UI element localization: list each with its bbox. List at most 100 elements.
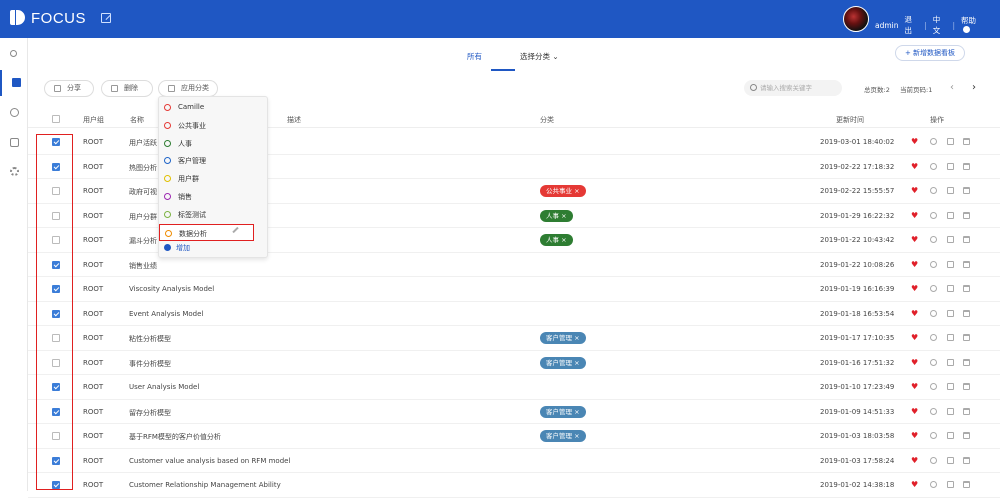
apply-category-button[interactable]: 应用分类: [158, 80, 218, 97]
table-row[interactable]: ROOT Customer value analysis based on RF…: [28, 449, 1000, 473]
view-icon[interactable]: [930, 334, 937, 341]
table-row[interactable]: ROOT User Analysis Model 2019-01-10 17:2…: [28, 375, 1000, 400]
view-icon[interactable]: [930, 285, 937, 292]
trash-icon[interactable]: [963, 162, 970, 170]
favorite-heart-icon[interactable]: ♥: [911, 407, 918, 415]
row-name[interactable]: 销售业绩: [129, 261, 157, 271]
view-icon[interactable]: [930, 211, 937, 219]
edit-icon[interactable]: [947, 260, 954, 268]
category-tag[interactable]: 客户管理 ×: [540, 332, 586, 344]
row-name[interactable]: 基于RFM模型的客户价值分析: [129, 432, 221, 442]
row-name[interactable]: Customer Relationship Management Ability: [129, 481, 281, 489]
add-category-button[interactable]: 增加: [164, 243, 190, 253]
view-icon[interactable]: [930, 358, 937, 366]
pencil-icon[interactable]: [232, 226, 239, 233]
edit-icon[interactable]: [947, 481, 954, 488]
view-icon[interactable]: [930, 407, 937, 415]
view-icon[interactable]: [930, 481, 937, 488]
row-name[interactable]: 用户分群: [129, 212, 157, 222]
avatar[interactable]: [843, 6, 869, 32]
dropdown-item[interactable]: 人事: [159, 135, 269, 153]
trash-icon[interactable]: [963, 383, 970, 390]
search-input[interactable]: 请输入搜索关键字: [744, 80, 842, 96]
dropdown-item[interactable]: 公共事业: [159, 117, 269, 135]
edit-icon[interactable]: [947, 383, 954, 390]
view-icon[interactable]: [930, 383, 937, 390]
prev-page-button[interactable]: ‹: [950, 82, 954, 93]
header-group[interactable]: 用户组: [83, 115, 104, 125]
row-name[interactable]: 留存分析模型: [129, 408, 171, 418]
row-name[interactable]: User Analysis Model: [129, 383, 199, 391]
username[interactable]: admin: [875, 21, 899, 30]
edit-icon[interactable]: [947, 309, 954, 317]
trash-icon[interactable]: [963, 260, 970, 268]
trash-icon[interactable]: [963, 138, 970, 145]
favorite-heart-icon[interactable]: ♥: [911, 187, 918, 195]
view-icon[interactable]: [930, 187, 937, 194]
header-name[interactable]: 名称: [130, 115, 144, 125]
row-name[interactable]: 政府可视: [129, 187, 157, 197]
row-name[interactable]: Customer value analysis based on RFM mod…: [129, 457, 290, 465]
sidebar-item-data[interactable]: [0, 130, 28, 156]
trash-icon[interactable]: [963, 358, 970, 366]
view-icon[interactable]: [930, 456, 937, 464]
dropdown-item[interactable]: Camille: [159, 99, 269, 117]
favorite-heart-icon[interactable]: ♥: [911, 383, 918, 391]
edit-icon[interactable]: [947, 236, 954, 243]
next-page-button[interactable]: ›: [972, 82, 976, 93]
favorite-heart-icon[interactable]: ♥: [911, 211, 918, 219]
language-link[interactable]: 中文: [933, 14, 947, 36]
favorite-heart-icon[interactable]: ♥: [911, 481, 918, 489]
table-row[interactable]: ROOT Event Analysis Model 2019-01-18 16:…: [28, 302, 1000, 326]
logo[interactable]: FOCUS: [10, 9, 86, 27]
row-name[interactable]: 漏斗分析: [129, 236, 157, 246]
table-row[interactable]: ROOT 留存分析模型 客户管理 × 2019-01-09 14:51:33 ♥: [28, 400, 1000, 424]
table-row[interactable]: ROOT 基于RFM模型的客户价值分析 客户管理 × 2019-01-03 18…: [28, 424, 1000, 449]
dropdown-item[interactable]: 客户管理: [159, 152, 269, 170]
edit-icon[interactable]: [947, 162, 954, 170]
trash-icon[interactable]: [963, 187, 970, 194]
row-name[interactable]: Viscosity Analysis Model: [129, 285, 214, 293]
favorite-heart-icon[interactable]: ♥: [911, 432, 918, 440]
view-icon[interactable]: [930, 236, 937, 243]
view-icon[interactable]: [930, 138, 937, 145]
trash-icon[interactable]: [963, 432, 970, 439]
view-icon[interactable]: [930, 309, 937, 317]
view-icon[interactable]: [930, 162, 937, 170]
new-dashboard-button[interactable]: + 新增数据看板: [895, 45, 965, 61]
table-row[interactable]: ROOT Customer Relationship Management Ab…: [28, 473, 1000, 498]
dropdown-item[interactable]: 销售: [159, 188, 269, 206]
category-tag[interactable]: 人事 ×: [540, 234, 573, 246]
edit-icon[interactable]: [947, 138, 954, 145]
favorite-heart-icon[interactable]: ♥: [911, 236, 918, 244]
category-tag[interactable]: 人事 ×: [540, 209, 573, 222]
row-name[interactable]: 事件分析模型: [129, 359, 171, 369]
dropdown-item[interactable]: 数据分析: [159, 223, 254, 242]
sidebar-item-dashboard[interactable]: [0, 70, 28, 96]
sidebar-item-search[interactable]: [0, 42, 28, 68]
edit-icon[interactable]: [101, 13, 111, 23]
trash-icon[interactable]: [963, 309, 970, 317]
header-updated[interactable]: 更新时间: [836, 115, 864, 125]
favorite-heart-icon[interactable]: ♥: [911, 138, 918, 146]
trash-icon[interactable]: [963, 285, 970, 292]
tab-all[interactable]: 所有: [467, 51, 482, 62]
category-tag[interactable]: 客户管理 ×: [540, 405, 586, 418]
category-tag[interactable]: 客户管理 ×: [540, 430, 586, 442]
table-row[interactable]: ROOT 事件分析模型 客户管理 × 2019-01-16 17:51:32 ♥: [28, 351, 1000, 375]
edit-icon[interactable]: [947, 211, 954, 219]
trash-icon[interactable]: [963, 456, 970, 464]
trash-icon[interactable]: [963, 211, 970, 219]
sidebar-item-settings[interactable]: [0, 159, 28, 185]
edit-icon[interactable]: [947, 456, 954, 464]
favorite-heart-icon[interactable]: ♥: [911, 456, 918, 464]
view-icon[interactable]: [930, 260, 937, 268]
trash-icon[interactable]: [963, 236, 970, 243]
table-row[interactable]: ROOT 粘性分析模型 客户管理 × 2019-01-17 17:10:35 ♥: [28, 326, 1000, 351]
view-icon[interactable]: [930, 432, 937, 439]
table-row[interactable]: ROOT Viscosity Analysis Model 2019-01-19…: [28, 277, 1000, 302]
edit-icon[interactable]: [947, 432, 954, 439]
sidebar-item-help[interactable]: [0, 100, 28, 126]
favorite-heart-icon[interactable]: ♥: [911, 309, 918, 317]
edit-icon[interactable]: [947, 334, 954, 341]
